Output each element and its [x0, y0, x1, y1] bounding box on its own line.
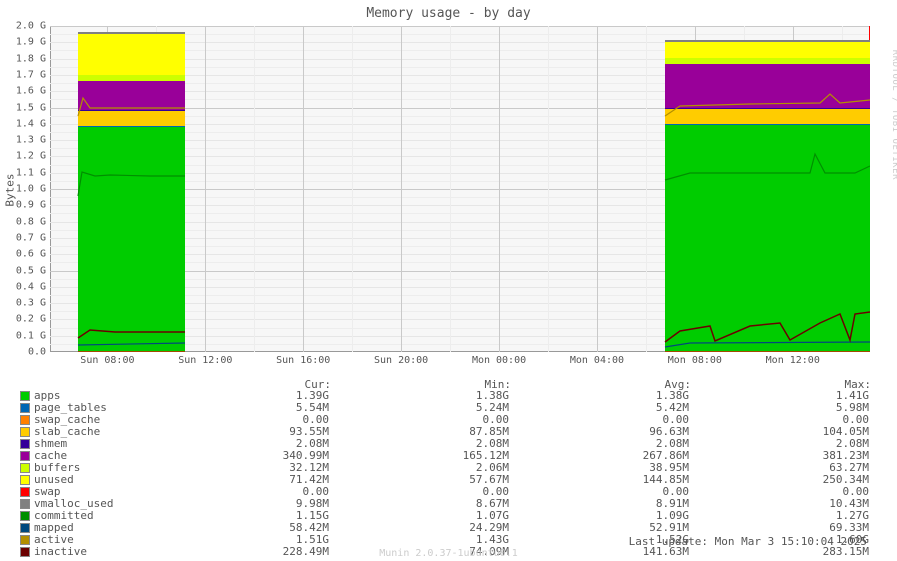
legend-swatch [20, 463, 30, 473]
legend-swatch [20, 523, 30, 533]
y-tick-label: 0.7 G [16, 232, 50, 243]
legend-row: swap0.000.000.000.00 [20, 486, 871, 498]
y-tick-label: 2.0 G [16, 21, 50, 32]
x-tick-label: Mon 12:00 [766, 352, 820, 366]
last-update-text: Last update: Mon Mar 3 15:10:04 2025 [629, 535, 867, 548]
legend-row: page_tables5.54M5.24M5.42M5.98M [20, 402, 871, 414]
x-tick-label: Sun 12:00 [178, 352, 232, 366]
y-axis-label: Bytes [4, 173, 17, 206]
y-tick-label: 0.8 G [16, 216, 50, 227]
x-tick-label: Sun 16:00 [276, 352, 330, 366]
y-tick-label: 1.9 G [16, 37, 50, 48]
legend-swatch [20, 499, 30, 509]
legend-row: buffers32.12M2.06M38.95M63.27M [20, 462, 871, 474]
legend-min: 5.24M [329, 402, 509, 414]
legend-max: 250.34M [689, 474, 869, 486]
legend-row: committed1.15G1.07G1.09G1.27G [20, 510, 871, 522]
stack-segment-mon [665, 40, 870, 352]
legend-cur: 71.42M [149, 474, 329, 486]
legend-swatch [20, 391, 30, 401]
legend-row: vmalloc_used9.98M8.67M8.91M10.43M [20, 498, 871, 510]
x-tick-label: Sun 08:00 [80, 352, 134, 366]
stack-segment-sun [78, 32, 185, 352]
legend-row: shmem2.08M2.08M2.08M2.08M [20, 438, 871, 450]
legend-table: Cur: Min: Avg: Max: apps1.39G1.38G1.38G1… [20, 378, 871, 558]
legend-swatch [20, 439, 30, 449]
y-tick-label: 1.4 G [16, 118, 50, 129]
legend-min: 57.67M [329, 474, 509, 486]
y-tick-label: 1.6 G [16, 86, 50, 97]
y-tick-label: 0.9 G [16, 200, 50, 211]
y-tick-label: 0.4 G [16, 281, 50, 292]
legend-row: swap_cache0.000.000.000.00 [20, 414, 871, 426]
legend-row: cache340.99M165.12M267.86M381.23M [20, 450, 871, 462]
y-tick-label: 0.1 G [16, 330, 50, 341]
y-tick-label: 0.3 G [16, 298, 50, 309]
legend-row: apps1.39G1.38G1.38G1.41G [20, 390, 871, 402]
y-tick-label: 0.2 G [16, 314, 50, 325]
y-tick-label: 1.0 G [16, 184, 50, 195]
y-tick-label: 0.5 G [16, 265, 50, 276]
legend-max: 5.98M [689, 402, 869, 414]
legend-swatch [20, 451, 30, 461]
y-tick-label: 1.5 G [16, 102, 50, 113]
y-tick-label: 1.3 G [16, 135, 50, 146]
legend-swatch [20, 511, 30, 521]
y-tick-label: 1.7 G [16, 69, 50, 80]
y-tick-label: 1.2 G [16, 151, 50, 162]
legend-swatch [20, 535, 30, 545]
x-tick-label: Mon 08:00 [668, 352, 722, 366]
y-tick-label: 0.0 [28, 347, 50, 358]
y-tick-label: 1.1 G [16, 167, 50, 178]
plot-area: 0.00.1 G0.2 G0.3 G0.4 G0.5 G0.6 G0.7 G0.… [50, 26, 870, 352]
legend-swatch [20, 403, 30, 413]
legend-swatch [20, 427, 30, 437]
legend-row: unused71.42M57.67M144.85M250.34M [20, 474, 871, 486]
chart-title: Memory usage - by day [0, 0, 897, 25]
legend-avg: 144.85M [509, 474, 689, 486]
munin-version-footer: Munin 2.0.37-1ubuntu0.1 [0, 548, 897, 559]
legend-cur: 5.54M [149, 402, 329, 414]
legend-row: slab_cache93.55M87.85M96.63M104.05M [20, 426, 871, 438]
legend-swatch [20, 487, 30, 497]
x-tick-label: Mon 04:00 [570, 352, 624, 366]
legend-swatch [20, 415, 30, 425]
y-tick-label: 1.8 G [16, 53, 50, 64]
legend-avg: 5.42M [509, 402, 689, 414]
x-tick-label: Sun 20:00 [374, 352, 428, 366]
rrdtool-watermark: RRDTOOL / TOBI OETIKER [890, 50, 897, 180]
legend-swatch [20, 475, 30, 485]
legend-row: mapped58.42M24.29M52.91M69.33M [20, 522, 871, 534]
x-tick-label: Mon 00:00 [472, 352, 526, 366]
y-tick-label: 0.6 G [16, 249, 50, 260]
